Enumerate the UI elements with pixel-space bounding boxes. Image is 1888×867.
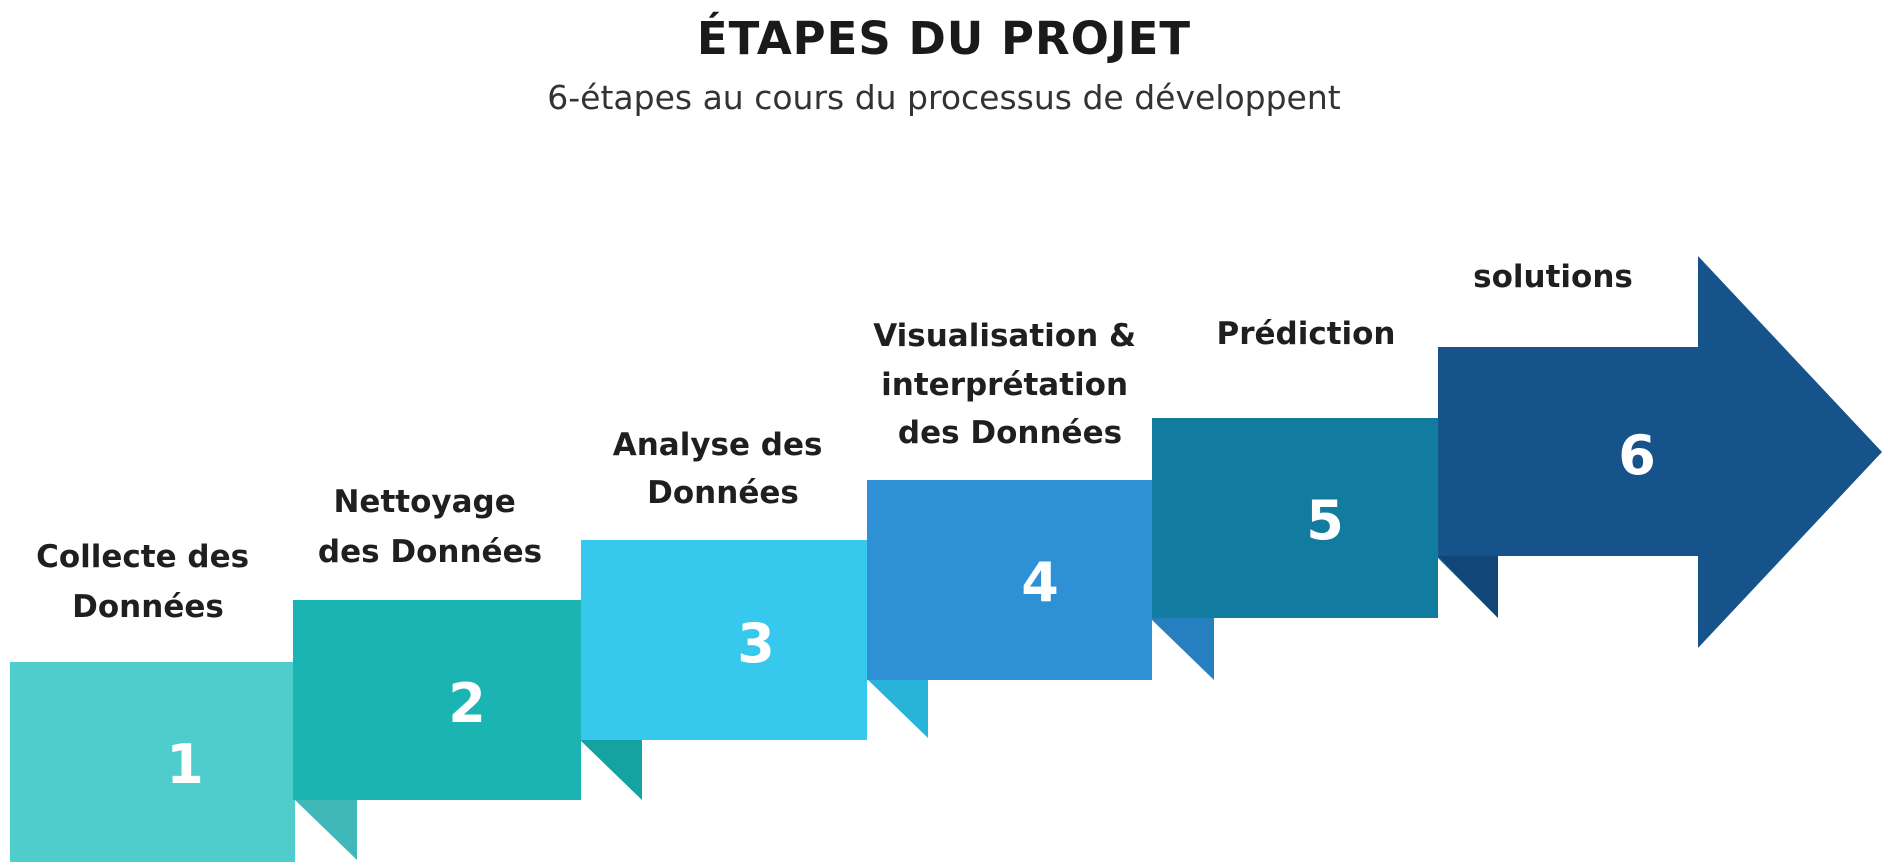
step-5-label-line: Prédiction	[1216, 316, 1395, 352]
step-4-number: 4	[1021, 551, 1059, 614]
process-steps-diagram: 1 Collecte des Données 2 Nettoyage des D…	[10, 256, 1882, 862]
step-3-label-line: Données	[647, 475, 799, 511]
step-5-number: 5	[1306, 489, 1344, 552]
step-5-block	[1152, 418, 1438, 618]
step-1-label-line: Collecte des	[36, 539, 249, 575]
step-6-number: 6	[1618, 424, 1656, 487]
step-1-block	[10, 662, 295, 862]
step-2-fold	[580, 740, 642, 800]
step-4-label-line: interprétation	[881, 367, 1128, 403]
step-1-number: 1	[166, 733, 204, 796]
step-4-label-line: Visualisation &	[873, 318, 1136, 354]
step-4-block	[867, 480, 1152, 680]
step-6-arrow	[1438, 256, 1882, 648]
step-2-label: Nettoyage des Données	[318, 484, 542, 570]
step-2-block	[293, 600, 581, 800]
step-5-label: Prédiction	[1216, 316, 1395, 352]
step-6-label-line: solutions	[1473, 259, 1633, 295]
step-1-fold	[295, 800, 357, 860]
step-2-number: 2	[448, 672, 486, 735]
step-6: 6 solutions	[1438, 256, 1882, 648]
step-3-number: 3	[737, 612, 775, 675]
step-4-label-line: des Données	[898, 415, 1122, 451]
step-3-label-line: Analyse des	[613, 427, 823, 463]
step-1-label-line: Données	[72, 589, 224, 625]
step-4-label: Visualisation & interprétation des Donné…	[873, 318, 1147, 451]
step-3-block	[581, 540, 867, 740]
step-2-label-line: Nettoyage	[333, 484, 515, 520]
step-3-label: Analyse des Données	[613, 427, 834, 511]
step-2-label-line: des Données	[318, 534, 542, 570]
step-3-fold	[865, 677, 928, 738]
step-1-label: Collecte des Données	[36, 539, 260, 625]
step-4-fold	[1150, 618, 1214, 680]
step-6-label: solutions	[1473, 259, 1633, 295]
